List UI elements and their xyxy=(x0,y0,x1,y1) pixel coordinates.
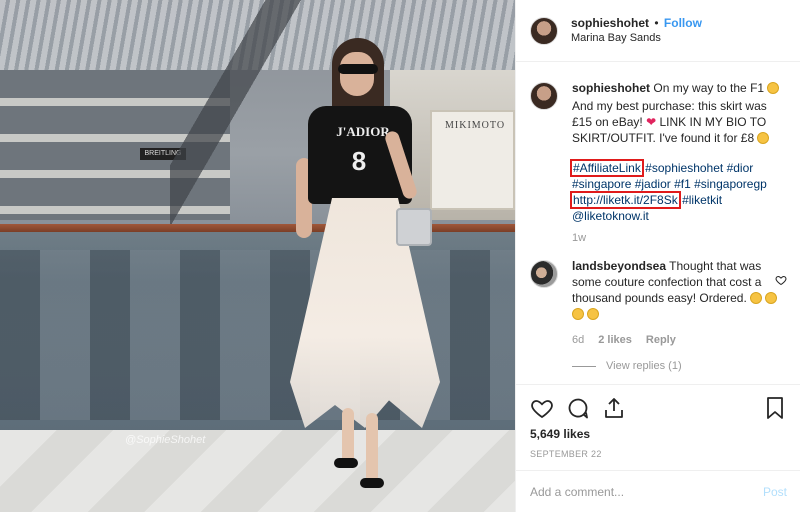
comment-time[interactable]: 6d xyxy=(572,332,584,348)
woman-figure: J'ADIOR 8 xyxy=(290,38,440,498)
comments-section[interactable]: sophieshohet On my way to the F1 And my … xyxy=(516,62,800,384)
post-actions: 5,649 likes SEPTEMBER 22 xyxy=(516,384,800,459)
emoji-icon xyxy=(767,82,780,94)
hashtags-2[interactable]: #liketkit xyxy=(682,193,722,207)
caption-avatar[interactable] xyxy=(530,82,558,110)
caption-username[interactable]: sophieshohet xyxy=(572,81,650,95)
emoji-icon xyxy=(587,308,600,320)
emoji-icon xyxy=(572,308,584,320)
red-heart-icon: ❤ xyxy=(646,115,657,129)
photo-watermark: @SophieShohet xyxy=(125,434,206,446)
post-photo[interactable]: MIKIMOTO BREITLING J'ADIOR 8 @SophieShoh… xyxy=(0,0,515,512)
share-icon[interactable] xyxy=(602,396,626,420)
caption-time[interactable]: 1w xyxy=(572,230,784,246)
add-comment-bar: Add a comment... Post xyxy=(516,470,800,512)
right-shoe xyxy=(360,478,384,488)
right-leg xyxy=(366,413,378,483)
caption: sophieshohet On my way to the F1 And my … xyxy=(530,80,787,246)
header-text: sophieshohet • Follow Marina Bay Sands xyxy=(571,16,702,46)
comment-input[interactable]: Add a comment... xyxy=(530,485,624,499)
shirt-number: 8 xyxy=(351,146,367,176)
reply-button[interactable]: Reply xyxy=(646,332,676,348)
affiliate-link[interactable]: http://liketk.it/2F8Sk xyxy=(570,191,681,209)
escalator xyxy=(170,0,310,230)
comment-username[interactable]: landsbeyondsea xyxy=(572,259,666,273)
emoji-icon xyxy=(765,292,778,304)
mention-link[interactable]: @liketoknow.it xyxy=(572,209,649,223)
likes-count[interactable]: 5,649 likes xyxy=(530,427,787,441)
sunglasses xyxy=(338,64,378,74)
face xyxy=(340,52,374,96)
heart-icon[interactable] xyxy=(530,396,554,420)
post-sidebar: sophieshohet • Follow Marina Bay Sands s… xyxy=(515,0,800,512)
header-separator: • xyxy=(654,15,659,30)
comment-like-icon[interactable] xyxy=(775,274,787,286)
emoji-icon xyxy=(750,292,763,304)
comment-meta: 6d 2 likes Reply xyxy=(572,332,784,348)
comment-avatar[interactable] xyxy=(530,260,558,288)
left-shoe xyxy=(334,458,358,468)
caption-body: sophieshohet On my way to the F1 And my … xyxy=(570,80,784,246)
comment-body: landsbeyondsea Thought that was some cou… xyxy=(572,258,784,374)
store-sign: MIKIMOTO xyxy=(445,120,506,131)
post-button[interactable]: Post xyxy=(763,485,787,499)
bookmark-icon[interactable] xyxy=(763,396,787,420)
handbag xyxy=(396,208,432,246)
hashtag-affiliatelink[interactable]: #AffiliateLink xyxy=(570,159,644,177)
header-username[interactable]: sophieshohet xyxy=(571,16,649,30)
action-icons xyxy=(530,395,787,421)
emoji-icon xyxy=(757,132,770,144)
comment: landsbeyondsea Thought that was some cou… xyxy=(530,258,787,374)
caption-text-1: On my way to the F1 xyxy=(653,81,765,95)
comment-icon[interactable] xyxy=(566,396,590,420)
comment-likes[interactable]: 2 likes xyxy=(598,332,632,348)
view-replies-button[interactable]: View replies (1) xyxy=(572,358,784,374)
post-date[interactable]: SEPTEMBER 22 xyxy=(530,449,787,459)
follow-button[interactable]: Follow xyxy=(664,16,702,30)
view-replies-label: View replies (1) xyxy=(606,360,682,372)
post-header: sophieshohet • Follow Marina Bay Sands xyxy=(516,0,800,62)
view-replies-divider xyxy=(572,365,596,367)
avatar[interactable] xyxy=(530,16,558,45)
location-link[interactable]: Marina Bay Sands xyxy=(571,31,702,46)
